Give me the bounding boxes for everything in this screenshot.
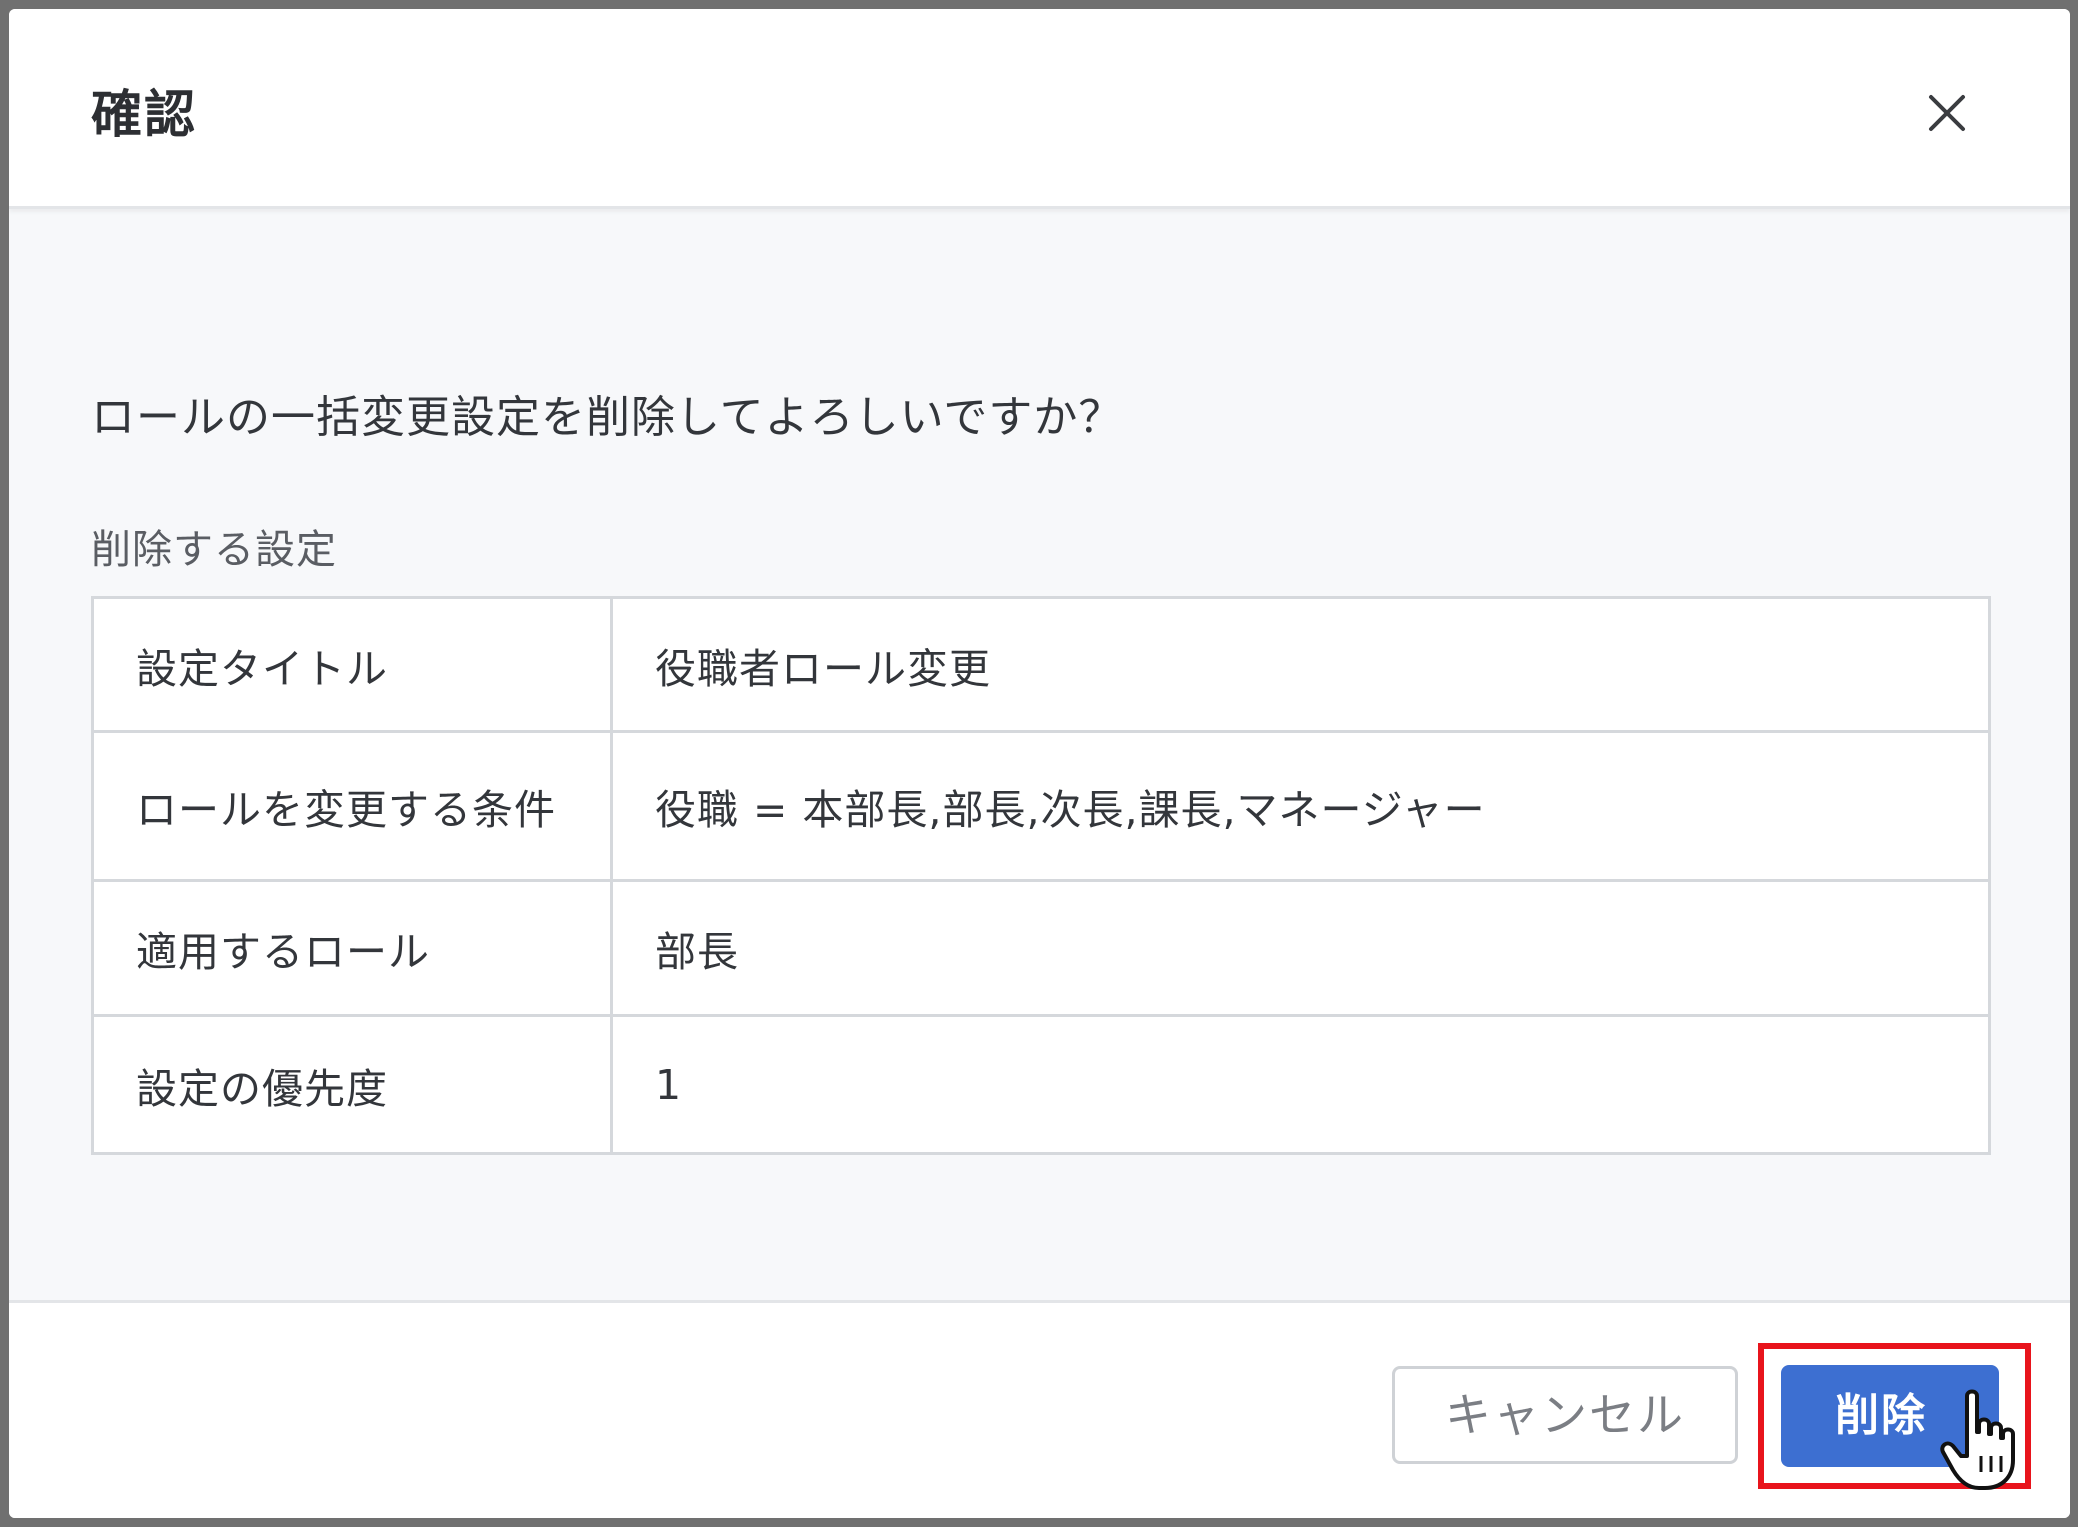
dialog-footer: キャンセル 削除 [9, 1300, 2070, 1518]
setting-value: 1 [610, 1014, 1991, 1155]
hand-pointer-icon [1940, 1389, 2015, 1490]
cancel-button[interactable]: キャンセル [1392, 1366, 1738, 1464]
table-row: ロールを変更する条件 役職 = 本部長,部長,次長,課長,マネージャー [91, 730, 1991, 882]
setting-key: ロールを変更する条件 [91, 730, 613, 882]
table-row: 設定の優先度 1 [91, 1014, 1991, 1155]
setting-value: 役職 = 本部長,部長,次長,課長,マネージャー [610, 730, 1991, 882]
settings-table: 設定タイトル 役職者ロール変更 ロールを変更する条件 役職 = 本部長,部長,次… [91, 596, 1991, 1155]
close-button[interactable] [1915, 81, 1979, 145]
dialog-title: 確認 [91, 86, 198, 145]
dialog-header: 確認 [9, 9, 2070, 209]
table-row: 適用するロール 部長 [91, 879, 1991, 1017]
section-label: 削除する設定 [91, 527, 337, 573]
table-row: 設定タイトル 役職者ロール変更 [91, 596, 1991, 733]
confirm-dialog: 確認 ロールの一括変更設定を削除してよろしいですか？ 削除する設定 設定タイトル… [9, 9, 2070, 1518]
close-icon [1929, 95, 1965, 131]
setting-key: 設定タイトル [91, 596, 613, 733]
setting-value: 部長 [610, 879, 1991, 1017]
setting-key: 設定の優先度 [91, 1014, 613, 1155]
setting-value: 役職者ロール変更 [610, 596, 1991, 733]
confirm-message: ロールの一括変更設定を削除してよろしいですか？ [91, 392, 1124, 443]
setting-key: 適用するロール [91, 879, 613, 1017]
